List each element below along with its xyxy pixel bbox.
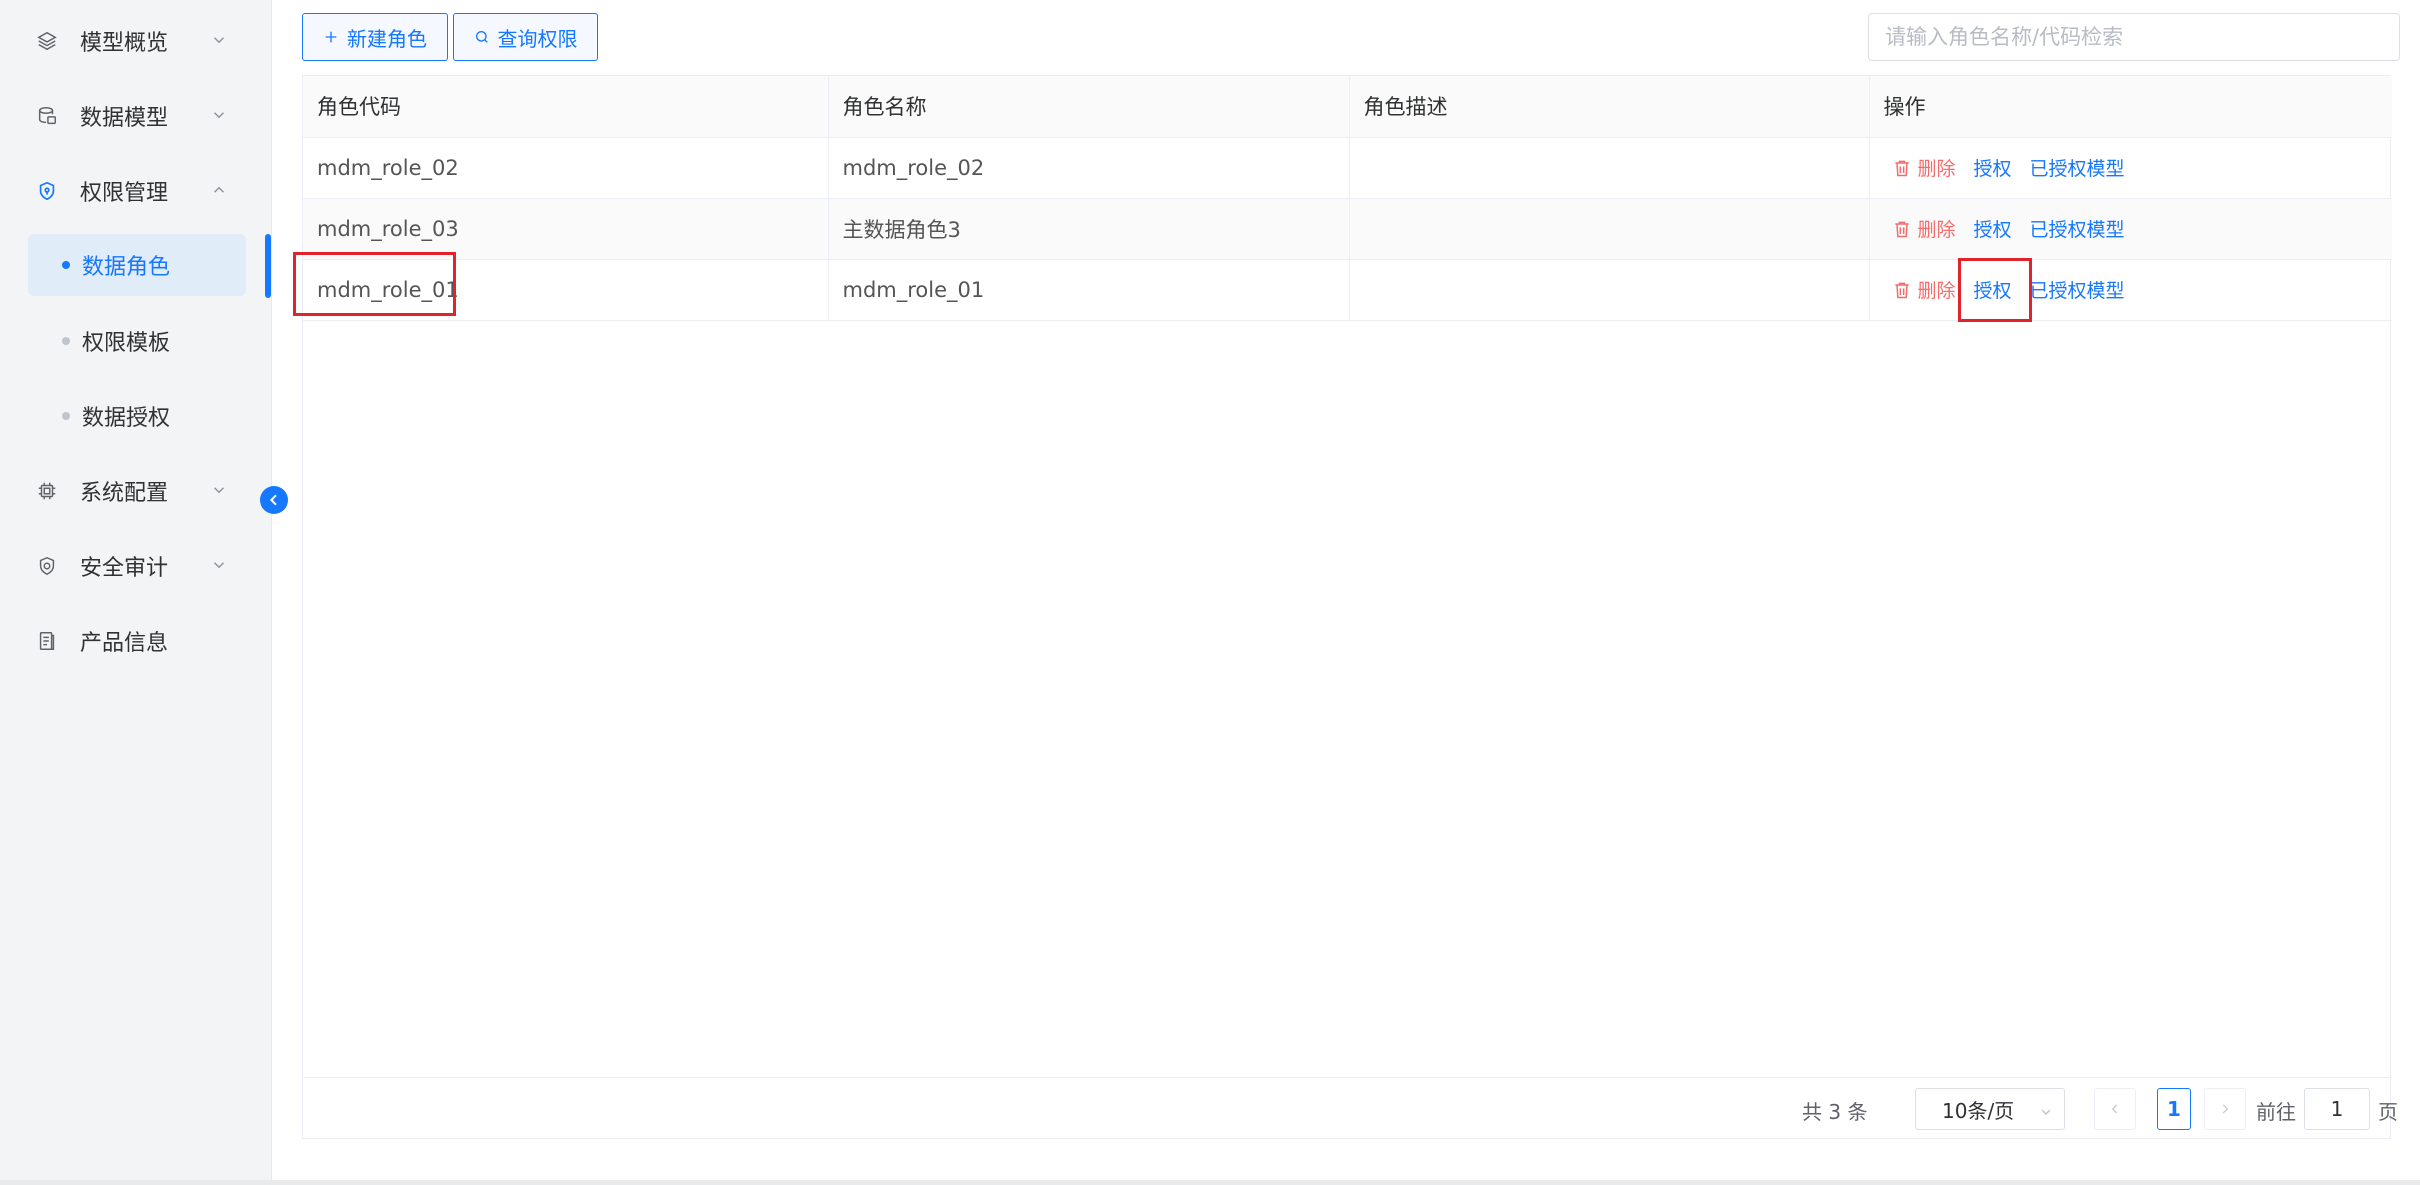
cell-role-code: mdm_role_03	[303, 198, 829, 260]
authorize-button[interactable]: 授权	[1974, 215, 2012, 242]
chevron-down-icon	[210, 481, 228, 499]
delete-button[interactable]: 删除	[1892, 215, 1956, 242]
roles-table: 角色代码 角色名称 角色描述 操作 mdm_role_02 mdm_role_0…	[302, 75, 2392, 1139]
trash-icon	[1894, 221, 1909, 237]
bullet-dot	[62, 337, 70, 345]
submenu-item-label: 权限模板	[82, 331, 171, 356]
new-role-button[interactable]: 新建角色	[302, 13, 448, 61]
authorize-button[interactable]: 授权	[1974, 154, 2012, 181]
column-header-role-name: 角色名称	[828, 76, 1350, 138]
page-size-value: 10条/页	[1942, 1098, 2015, 1123]
menu-item-label: 数据模型	[80, 106, 169, 131]
menu-item-label: 系统配置	[80, 481, 169, 506]
collapse-sidebar-button[interactable]	[260, 486, 288, 514]
goto-page-input[interactable]	[2304, 1088, 2370, 1130]
submenu-item-permission-template[interactable]: 权限模板	[28, 310, 246, 372]
cell-role-code: mdm_role_02	[303, 137, 829, 199]
submenu-item-label: 数据授权	[82, 406, 171, 431]
shield-icon	[34, 178, 60, 204]
cell-actions: 删除 授权 已授权模型	[1869, 259, 2392, 321]
pagination: 共 3 条 10条/页 1 前往 页	[302, 1077, 2398, 1139]
delete-label: 删除	[1917, 280, 1956, 302]
app-window: 模型概览 数据模型 权限管理 数据角色 权限模板 数据授权 系统配置 安全审计 …	[0, 0, 2420, 1185]
layers-icon	[34, 28, 60, 54]
menu-item-label: 模型概览	[80, 31, 169, 56]
submenu-item-label: 数据角色	[82, 255, 171, 280]
search-icon	[474, 29, 490, 45]
bullet-dot	[62, 261, 70, 269]
trash-icon	[1894, 160, 1909, 176]
database-icon	[34, 103, 60, 129]
authorize-button[interactable]: 授权	[1974, 276, 2012, 303]
menu-item-security-audit[interactable]: 安全审计	[28, 534, 246, 598]
menu-item-product-info[interactable]: 产品信息	[28, 609, 246, 673]
document-icon	[34, 628, 60, 654]
page-size-select[interactable]: 10条/页	[1915, 1088, 2065, 1130]
delete-label: 删除	[1917, 219, 1956, 241]
next-page-button[interactable]	[2204, 1088, 2246, 1130]
delete-label: 删除	[1917, 158, 1956, 180]
shield-check-icon	[34, 553, 60, 579]
delete-button[interactable]: 删除	[1892, 276, 1956, 303]
page-suffix-label: 页	[2378, 1100, 2398, 1124]
menu-item-label: 权限管理	[80, 181, 169, 206]
delete-button[interactable]: 删除	[1892, 154, 1956, 181]
chevron-down-icon	[2038, 1101, 2054, 1125]
plus-icon	[323, 29, 339, 45]
pagination-total: 共 3 条	[1802, 1100, 1868, 1124]
authorized-models-button[interactable]: 已授权模型	[2030, 154, 2125, 181]
query-permission-button[interactable]: 查询权限	[453, 13, 598, 61]
column-header-actions: 操作	[1869, 76, 2392, 138]
bullet-dot	[62, 412, 70, 420]
table-row: mdm_role_01 mdm_role_01 删除 授权 已授权模型	[303, 259, 2392, 321]
search-input[interactable]	[1868, 13, 2400, 61]
menu-item-permission-management[interactable]: 权限管理	[28, 159, 246, 223]
chevron-up-icon	[210, 181, 228, 199]
menu-item-label: 安全审计	[80, 556, 169, 581]
prev-page-button[interactable]	[2094, 1088, 2136, 1130]
cell-role-desc	[1349, 259, 1870, 321]
goto-label: 前往	[2256, 1100, 2296, 1124]
chevron-left-icon	[2111, 1104, 2118, 1114]
submenu-item-data-authorization[interactable]: 数据授权	[28, 385, 246, 447]
chevron-down-icon	[210, 31, 228, 49]
sidebar: 模型概览 数据模型 权限管理 数据角色 权限模板 数据授权 系统配置 安全审计 …	[0, 0, 270, 1180]
bottom-edge	[0, 1180, 2420, 1185]
submenu-item-data-role[interactable]: 数据角色	[28, 234, 246, 296]
menu-item-model-overview[interactable]: 模型概览	[28, 9, 246, 73]
cell-role-code: mdm_role_01	[303, 259, 829, 321]
chevron-down-icon	[210, 106, 228, 124]
table-row: mdm_role_03 主数据角色3 删除 授权 已授权模型	[303, 198, 2392, 260]
cell-actions: 删除 授权 已授权模型	[1869, 198, 2392, 260]
authorized-models-button[interactable]: 已授权模型	[2030, 276, 2125, 303]
trash-icon	[1894, 282, 1909, 298]
menu-item-system-config[interactable]: 系统配置	[28, 459, 246, 523]
cell-role-desc	[1349, 198, 1870, 260]
cell-role-name: mdm_role_02	[828, 137, 1350, 199]
chip-icon	[34, 478, 60, 504]
chevron-right-icon	[2222, 1104, 2229, 1114]
table-row: mdm_role_02 mdm_role_02 删除 授权 已授权模型	[303, 137, 2392, 199]
table-header-row: 角色代码 角色名称 角色描述 操作	[303, 76, 2392, 138]
menu-item-data-model[interactable]: 数据模型	[28, 84, 246, 148]
chevron-down-icon	[210, 556, 228, 574]
cell-role-name: 主数据角色3	[828, 198, 1350, 260]
menu-item-label: 产品信息	[80, 631, 169, 656]
query-permission-label: 查询权限	[497, 26, 578, 51]
column-header-role-code: 角色代码	[303, 76, 829, 138]
column-header-role-desc: 角色描述	[1349, 76, 1870, 138]
cell-actions: 删除 授权 已授权模型	[1869, 137, 2392, 199]
cell-role-name: mdm_role_01	[828, 259, 1350, 321]
chevron-left-icon	[269, 494, 277, 506]
authorized-models-button[interactable]: 已授权模型	[2030, 215, 2125, 242]
main-panel: 新建角色 查询权限 角色代码 角色名称	[272, 0, 2420, 1180]
new-role-label: 新建角色	[347, 26, 427, 51]
page-number-current[interactable]: 1	[2157, 1088, 2191, 1130]
cell-role-desc	[1349, 137, 1870, 199]
